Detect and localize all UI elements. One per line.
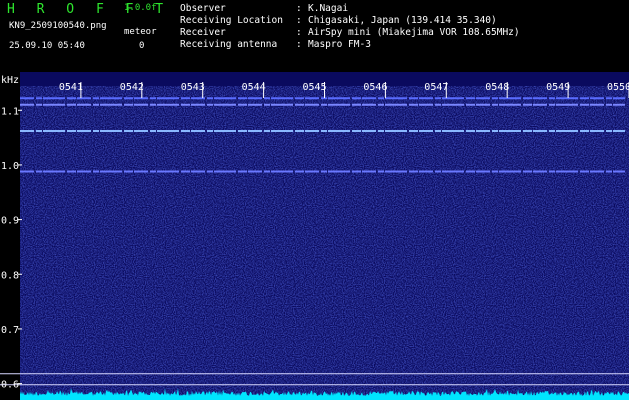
time-tick-label: 0550 xyxy=(607,82,629,93)
observer-value: K.Nagai xyxy=(308,3,349,14)
location-value: Chigasaki, Japan (139.414 35.340) xyxy=(308,15,497,26)
antenna-value: Maspro FM-3 xyxy=(308,39,371,50)
datetime-label: 25.09.10 05:40 xyxy=(9,41,85,51)
antenna-colon: : xyxy=(296,39,302,50)
time-tick-label: 0547 xyxy=(424,82,448,93)
receiver-colon: : xyxy=(296,27,302,38)
filename-label: KN9_2509100540.png xyxy=(9,21,107,31)
y-tick-label: 0.8 xyxy=(1,270,19,281)
y-tick-label: 1.0 xyxy=(1,161,19,172)
y-tick-label: 0.6 xyxy=(1,380,19,391)
time-tick-label: 0548 xyxy=(485,82,509,93)
location-label: Receiving Location xyxy=(180,15,283,26)
time-tick-label: 0549 xyxy=(546,82,570,93)
y-unit-label: kHz xyxy=(1,75,19,86)
axis-strip xyxy=(0,72,20,400)
receiver-value: AirSpy mini (Miakejima VOR 108.65MHz) xyxy=(308,27,520,38)
time-tick-label: 0546 xyxy=(363,82,387,93)
meteor-count: 0 xyxy=(139,41,145,51)
time-tick-label: 0543 xyxy=(181,82,205,93)
antenna-label: Receiving antenna xyxy=(180,39,278,50)
y-tick-label: 0.7 xyxy=(1,325,19,336)
spectrogram: 1.1 1.0 0.9 0.8 0.7 0.6 0541 0542 0543 0544 0545 0… xyxy=(0,72,629,400)
spectrogram-noise xyxy=(20,86,629,400)
time-tick-label: 0542 xyxy=(120,82,144,93)
observer-colon: : xyxy=(296,3,302,14)
time-tick-label: 0544 xyxy=(242,82,266,93)
receiver-label: Receiver xyxy=(180,27,226,38)
y-tick-label: 0.9 xyxy=(1,216,19,227)
time-tick-label: 0545 xyxy=(303,82,327,93)
observer-label: Observer xyxy=(180,3,226,14)
meteor-label: meteor xyxy=(124,27,157,37)
version-label: 1.0.0f xyxy=(124,3,157,13)
time-tick-label: 0541 xyxy=(59,82,83,93)
y-tick-label: 1.1 xyxy=(1,106,19,117)
location-colon: : xyxy=(296,15,302,26)
header: H R O F F T 1.0.0f KN9_2509100540.png me… xyxy=(0,0,629,72)
